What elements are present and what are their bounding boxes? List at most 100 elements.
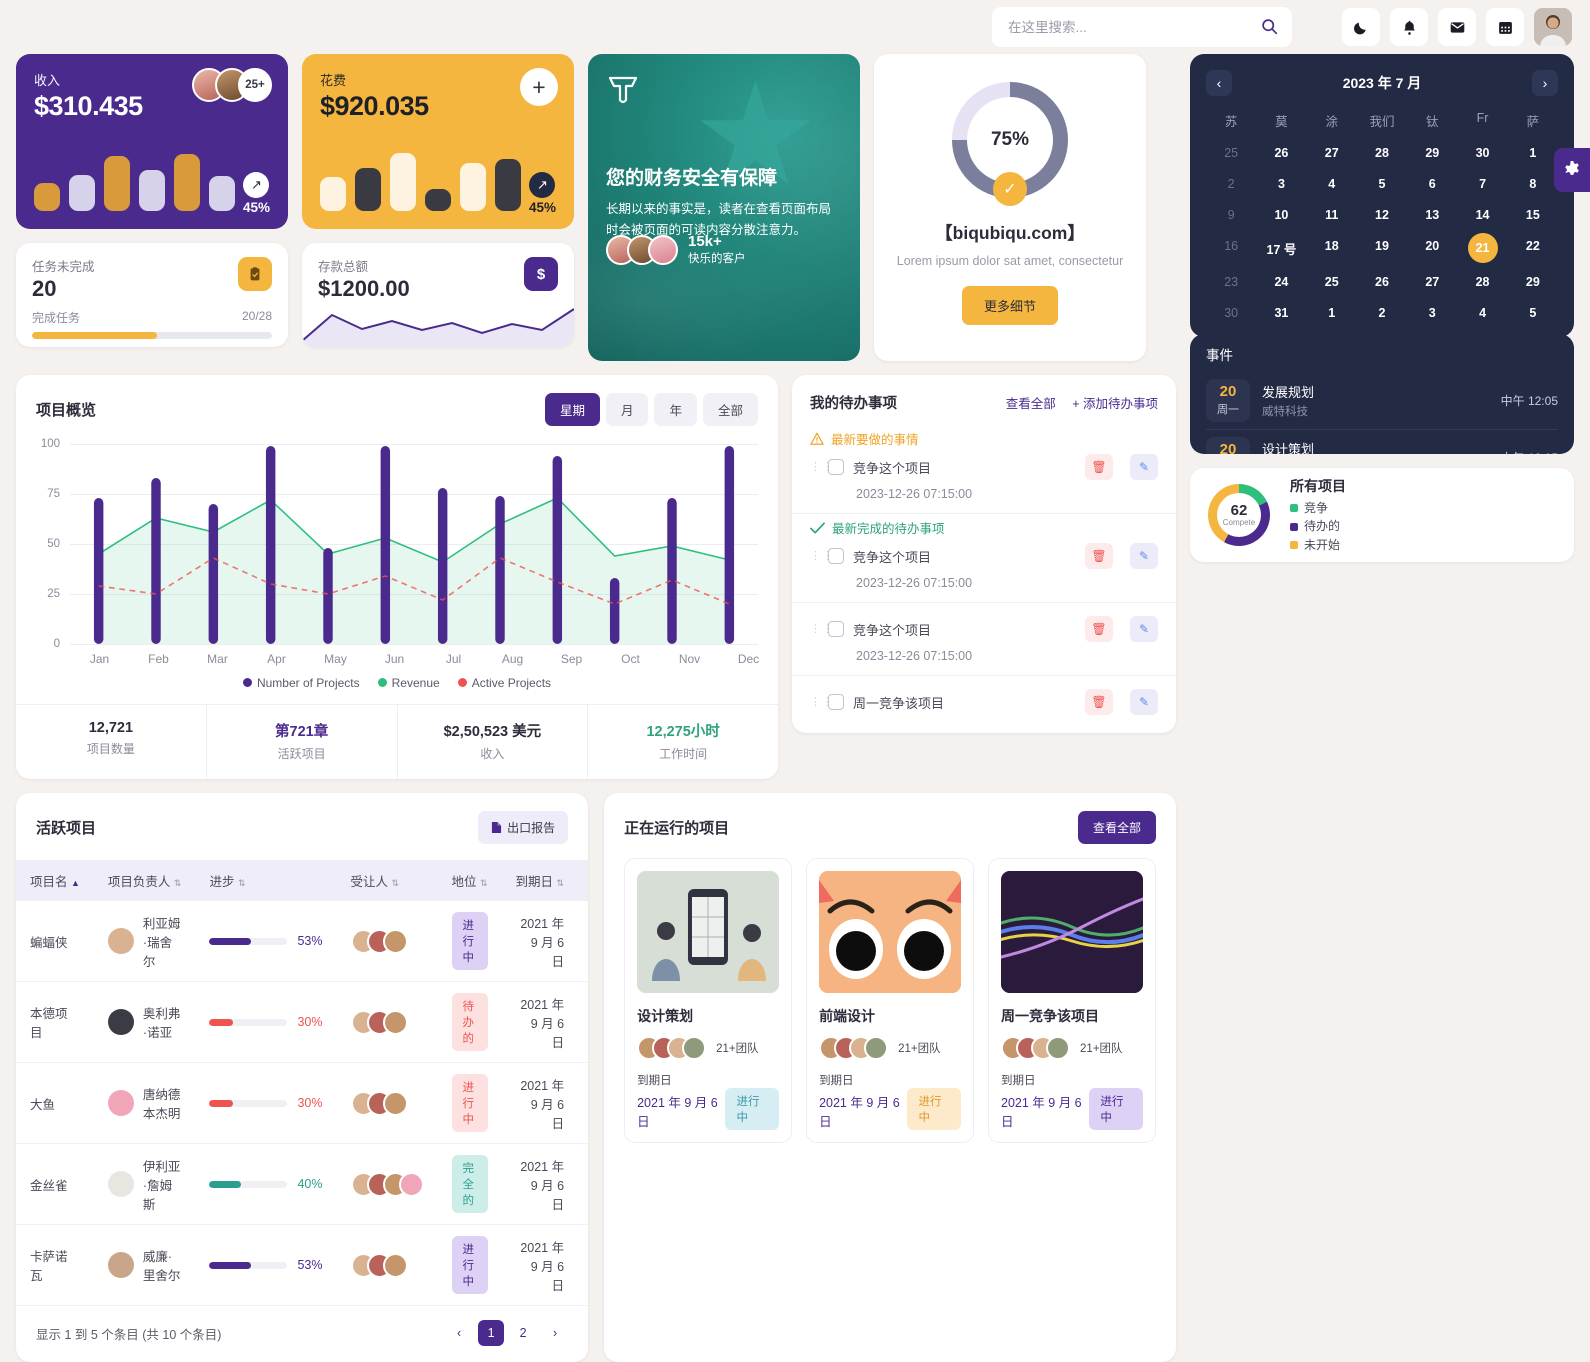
- event-row[interactable]: 20周一设计策划威特科技中午 12:05: [1206, 430, 1558, 454]
- calendar-day[interactable]: 16: [1206, 233, 1256, 264]
- calendar-day[interactable]: 25: [1206, 140, 1256, 166]
- todo-checkbox[interactable]: [828, 621, 844, 637]
- calendar-day[interactable]: 3: [1256, 171, 1306, 197]
- tab-all[interactable]: 全部: [702, 393, 758, 426]
- calendar-day[interactable]: 5: [1357, 171, 1407, 197]
- th-progress[interactable]: 进步 ⇅: [195, 860, 337, 901]
- calendar-day[interactable]: 28: [1357, 140, 1407, 166]
- calendar-day[interactable]: 31: [1256, 300, 1306, 326]
- calendar-day[interactable]: 9: [1206, 202, 1256, 228]
- moon-icon[interactable]: [1342, 8, 1380, 46]
- todo-checkbox[interactable]: [828, 694, 844, 710]
- running-view-all-button[interactable]: 查看全部: [1077, 811, 1156, 844]
- th-assignee[interactable]: 受让人 ⇅: [336, 860, 438, 901]
- calendar-day[interactable]: 1: [1508, 140, 1558, 166]
- calendar-day-selected[interactable]: 21: [1467, 233, 1498, 263]
- search-icon[interactable]: [1261, 18, 1278, 40]
- drag-handle-icon[interactable]: ⋮⋮: [810, 461, 833, 472]
- pencil-icon[interactable]: ✎: [1130, 454, 1158, 480]
- bell-icon[interactable]: [1390, 8, 1428, 46]
- calendar-day[interactable]: 2: [1206, 171, 1256, 197]
- calendar-day[interactable]: 1: [1307, 300, 1357, 326]
- table-row[interactable]: 本德项目 奥利弗·诺亚 30% 待办的 2021 年 9 月 6 日: [16, 981, 589, 1063]
- trash-icon[interactable]: 🗑: [1085, 689, 1113, 715]
- calendar-day[interactable]: 19: [1357, 233, 1407, 264]
- calendar-day[interactable]: 22: [1508, 233, 1558, 264]
- todo-checkbox[interactable]: [828, 459, 844, 475]
- running-project-card[interactable]: 设计策划 21+团队 到期日 2021 年 9 月 6 日进行中: [624, 858, 793, 1143]
- pencil-icon[interactable]: ✎: [1130, 616, 1158, 642]
- calendar-day[interactable]: 13: [1407, 202, 1457, 228]
- running-project-card[interactable]: 周一竞争该项目 21+团队 到期日 2021 年 9 月 6 日进行中: [988, 858, 1156, 1143]
- calendar-day[interactable]: 10: [1256, 202, 1306, 228]
- tab-year[interactable]: 年: [654, 393, 697, 426]
- calendar-day[interactable]: 28: [1457, 269, 1507, 295]
- drag-handle-icon[interactable]: ⋮⋮: [810, 623, 833, 634]
- calendar-day[interactable]: 2: [1357, 300, 1407, 326]
- income-avatar-group[interactable]: 25+: [192, 68, 272, 102]
- th-status[interactable]: 地位 ⇅: [437, 860, 502, 901]
- pagination-next[interactable]: ›: [542, 1320, 568, 1346]
- calendar-prev-button[interactable]: ‹: [1206, 70, 1232, 96]
- trash-icon[interactable]: 🗑: [1085, 543, 1113, 569]
- calendar-day[interactable]: 24: [1256, 269, 1306, 295]
- calendar-icon[interactable]: [1486, 8, 1524, 46]
- gear-icon[interactable]: [1554, 148, 1590, 192]
- calendar-day[interactable]: 26: [1256, 140, 1306, 166]
- th-name[interactable]: 项目名 ▲: [16, 860, 94, 901]
- calendar-day[interactable]: 6: [1407, 171, 1457, 197]
- calendar-day[interactable]: 17 号: [1256, 233, 1306, 264]
- add-expense-button[interactable]: +: [520, 68, 558, 106]
- calendar-day[interactable]: 11: [1307, 202, 1357, 228]
- calendar-day[interactable]: 20: [1407, 233, 1457, 264]
- calendar-day[interactable]: 5: [1508, 300, 1558, 326]
- export-report-button[interactable]: 出口报告: [478, 811, 569, 844]
- th-due[interactable]: 到期日 ⇅: [501, 860, 589, 901]
- pagination-prev[interactable]: ‹: [446, 1320, 472, 1346]
- avatar-more-count[interactable]: 25+: [238, 68, 272, 102]
- event-row[interactable]: 20 周一 发展规划 威特科技 中午 12:05: [1206, 372, 1558, 430]
- todo-view-all[interactable]: 查看全部: [1006, 397, 1056, 411]
- table-row[interactable]: 卡萨诺瓦 威廉·里舍尔 53% 进行中 2021 年 9 月 6 日: [16, 1224, 589, 1306]
- avatar[interactable]: [1534, 8, 1572, 46]
- calendar-day[interactable]: 26: [1357, 269, 1407, 295]
- table-row[interactable]: 大鱼 唐纳德本杰明 30% 进行中 2021 年 9 月 6 日: [16, 1062, 589, 1144]
- calendar-next-button[interactable]: ›: [1531, 70, 1558, 96]
- search-box[interactable]: [992, 7, 1292, 47]
- table-row[interactable]: 蝙蝠侠 利亚姆·瑞舍尔 53% 进行中 2021 年 9 月 6 日: [16, 901, 589, 982]
- calendar-day[interactable]: 29: [1407, 140, 1457, 166]
- calendar-day[interactable]: 27: [1307, 140, 1357, 166]
- calendar-day[interactable]: 3: [1407, 300, 1457, 326]
- calendar-day[interactable]: 14: [1457, 202, 1507, 228]
- tab-week[interactable]: 星期: [544, 393, 600, 426]
- trash-icon[interactable]: 🗑: [1085, 616, 1113, 642]
- more-details-button[interactable]: 更多细节: [961, 285, 1058, 325]
- mail-icon[interactable]: [1438, 8, 1476, 46]
- running-project-card[interactable]: 前端设计 21+团队 到期日 2021 年 9 月 6 日进行中: [806, 858, 975, 1143]
- tab-month[interactable]: 月: [605, 393, 649, 426]
- pencil-icon[interactable]: ✎: [1130, 689, 1158, 715]
- calendar-day[interactable]: 27: [1407, 269, 1457, 295]
- trash-icon[interactable]: 🗑: [1085, 454, 1113, 480]
- table-row[interactable]: 金丝雀 伊利亚·詹姆斯 40% 完全的 2021 年 9 月 6 日: [16, 1143, 589, 1225]
- pagination-page-1[interactable]: 1: [478, 1320, 505, 1346]
- calendar-day[interactable]: 8: [1508, 171, 1558, 197]
- search-input[interactable]: [992, 7, 1292, 47]
- drag-handle-icon[interactable]: ⋮⋮: [810, 696, 833, 707]
- calendar-day[interactable]: 23: [1206, 269, 1256, 295]
- calendar-day[interactable]: 4: [1457, 300, 1507, 326]
- todo-add-button[interactable]: + 添加待办事项: [1072, 397, 1158, 411]
- calendar-day[interactable]: 30: [1457, 140, 1507, 166]
- calendar-day[interactable]: 29: [1508, 269, 1558, 295]
- drag-handle-icon[interactable]: ⋮⋮: [810, 550, 833, 561]
- pagination-page-2[interactable]: 2: [510, 1320, 536, 1346]
- calendar-day[interactable]: 7: [1457, 171, 1507, 197]
- todo-checkbox[interactable]: [828, 548, 844, 564]
- calendar-day[interactable]: 12: [1357, 202, 1407, 228]
- calendar-day[interactable]: 30: [1206, 300, 1256, 326]
- calendar-day[interactable]: 18: [1307, 233, 1357, 264]
- calendar-day[interactable]: 15: [1508, 202, 1558, 228]
- calendar-day[interactable]: 4: [1307, 171, 1357, 197]
- calendar-day[interactable]: 25: [1307, 269, 1357, 295]
- th-lead[interactable]: 项目负责人 ⇅: [93, 860, 196, 901]
